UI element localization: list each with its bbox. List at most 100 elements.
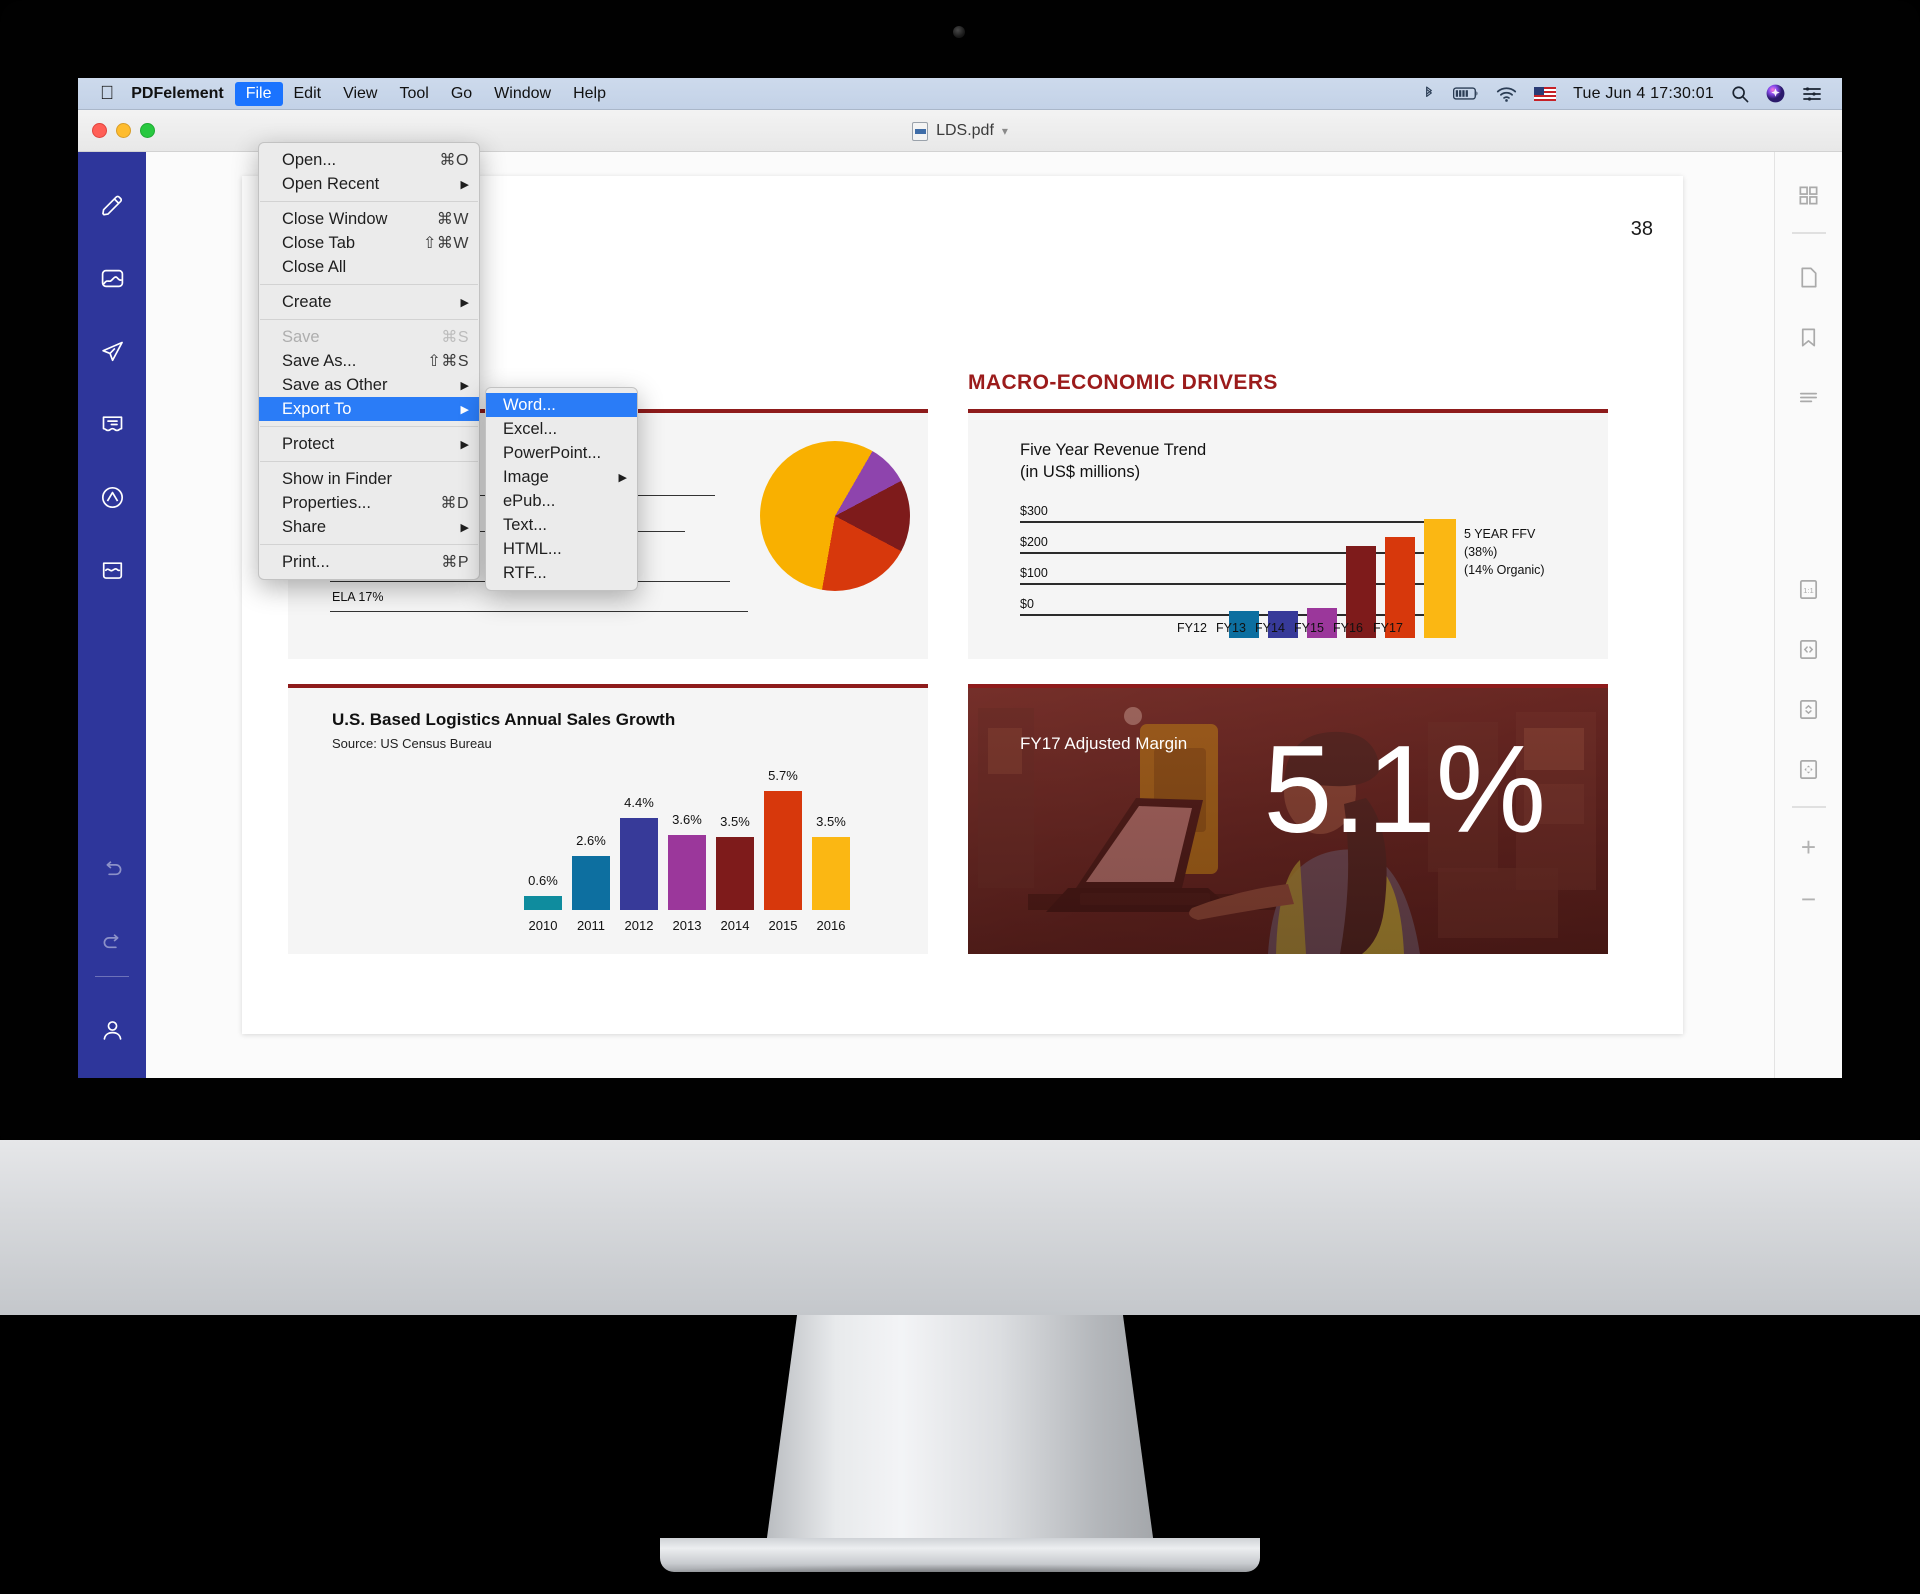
thumbnail-grid-icon[interactable] [1792,178,1826,212]
quadrant-margin-photo: FY17 Adjusted Margin 5.1% [968,684,1608,954]
export-item-text[interactable]: Text... [486,513,637,537]
bar-fy17 [1424,519,1456,638]
menu-item-print[interactable]: Print... ⌘P [259,550,479,574]
menu-item-close-window[interactable]: Close Window ⌘W [259,207,479,231]
page-width-icon[interactable] [1792,632,1826,666]
siri-icon[interactable] [1766,84,1785,103]
fit-page-icon[interactable] [1792,752,1826,786]
xtick-fy16: FY16 [1333,621,1363,635]
edit-pencil-icon[interactable] [92,185,132,225]
bar-2014 [716,837,754,910]
menu-item-label: Properties... [282,493,371,512]
export-item-excel[interactable]: Excel... [486,417,637,441]
menu-item-shortcut: ⌘O [439,152,469,169]
ytick-200: $200 [1020,535,1048,549]
export-item-html[interactable]: HTML... [486,537,637,561]
menu-item-label: Open... [282,150,337,169]
submenu-arrow-icon: ▶ [460,379,469,392]
control-center-icon[interactable] [1802,86,1822,102]
maximize-window-button[interactable] [140,123,155,138]
xtick-fy14: FY14 [1255,621,1285,635]
growth-chart-title: U.S. Based Logistics Annual Sales Growth [332,710,676,729]
datalabel-2015: 5.7% [768,768,798,783]
right-toolbar: 1:1 + − [1774,152,1842,1078]
export-item-image[interactable]: Image ▶ [486,465,637,489]
menu-item-save-as-other[interactable]: Save as Other ▶ [259,373,479,397]
pie-chart [760,441,910,591]
apple-logo-icon[interactable]:  [100,84,114,103]
minimize-window-button[interactable] [116,123,131,138]
menubar-item-view[interactable]: View [332,82,388,106]
close-window-button[interactable] [92,123,107,138]
document-filename[interactable]: LDS.pdf [936,122,994,140]
quadrant-growth-chart: U.S. Based Logistics Annual Sales Growth… [288,684,928,954]
export-item-powerpoint[interactable]: PowerPoint... [486,441,637,465]
menu-item-label: Save As... [282,351,357,370]
comment-icon[interactable] [92,404,132,444]
account-icon[interactable] [92,1010,132,1050]
menu-item-create[interactable]: Create ▶ [259,290,479,314]
stamp-icon[interactable] [92,477,132,517]
menu-item-shortcut: ⇧⌘W [422,235,469,252]
page-icon[interactable] [1792,260,1826,294]
xtick-2012: 2012 [624,918,654,933]
menu-item-close-tab[interactable]: Close Tab ⇧⌘W [259,231,479,255]
file-menu-dropdown[interactable]: Open... ⌘O Open Recent ▶ Close Window ⌘W… [258,142,480,580]
wifi-icon[interactable] [1496,86,1517,102]
xtick-fy13: FY13 [1216,621,1246,635]
traffic-lights [92,123,155,138]
menu-item-label: Close All [282,257,347,276]
bluetooth-icon[interactable] [1422,84,1436,103]
menubar-app-name[interactable]: PDFelement [120,82,234,106]
menu-item-open[interactable]: Open... ⌘O [259,148,479,172]
imac-frame:  PDFelement File Edit View Tool Go Wind… [0,0,1920,1594]
photo-margin-value: 5.1% [1263,721,1546,859]
bookmark-icon[interactable] [1792,320,1826,354]
menu-item-close-all[interactable]: Close All [259,255,479,279]
menu-item-label: Export To [282,399,352,418]
menu-item-open-recent[interactable]: Open Recent ▶ [259,172,479,196]
menu-item-shortcut: ⇧⌘S [427,353,469,370]
redo-icon[interactable] [92,923,132,963]
fit-height-icon[interactable] [1792,692,1826,726]
menubar-item-tool[interactable]: Tool [388,82,439,106]
export-item-word[interactable]: Word... [486,393,637,417]
menu-item-save-as[interactable]: Save As... ⇧⌘S [259,349,479,373]
export-to-submenu[interactable]: Word... Excel... PowerPoint... Image ▶ e… [485,387,638,591]
menubar-item-window[interactable]: Window [483,82,562,106]
ytick-100: $100 [1020,566,1048,580]
menubar-item-edit[interactable]: Edit [283,82,333,106]
menu-item-show-in-finder[interactable]: Show in Finder [259,467,479,491]
us-flag-icon[interactable] [1534,86,1557,101]
menubar-clock[interactable]: Tue Jun 4 17:30:01 [1573,85,1714,103]
menu-item-properties[interactable]: Properties... ⌘D [259,491,479,515]
menu-item-protect[interactable]: Protect ▶ [259,432,479,456]
menubar-item-file[interactable]: File [234,81,283,106]
menu-separator [260,201,478,202]
export-item-rtf[interactable]: RTF... [486,561,637,585]
outline-list-icon[interactable] [1792,380,1826,414]
zoom-in-icon[interactable]: + [1792,830,1826,864]
menu-item-label: Text... [503,515,548,534]
xtick-fy15: FY15 [1294,621,1324,635]
datalabel-2010: 0.6% [528,873,558,888]
image-icon[interactable] [92,258,132,298]
battery-icon[interactable] [1453,87,1479,100]
search-icon[interactable] [1731,85,1749,103]
actual-size-icon[interactable]: 1:1 [1792,572,1826,606]
menu-item-share[interactable]: Share ▶ [259,515,479,539]
bar-2011 [572,856,610,910]
menu-item-label: Image [503,467,549,486]
menubar-item-go[interactable]: Go [440,82,483,106]
inbox-icon[interactable] [92,550,132,590]
menu-item-label: Word... [503,395,556,414]
datalabel-2016: 3.5% [816,814,846,829]
menubar-item-help[interactable]: Help [562,82,617,106]
export-item-epub[interactable]: ePub... [486,489,637,513]
send-icon[interactable] [92,331,132,371]
menu-item-export-to[interactable]: Export To ▶ [259,397,479,421]
undo-icon[interactable] [92,850,132,890]
zoom-out-icon[interactable]: − [1792,882,1826,916]
chevron-down-icon[interactable]: ▾ [1002,124,1008,138]
xtick-2010: 2010 [528,918,558,933]
